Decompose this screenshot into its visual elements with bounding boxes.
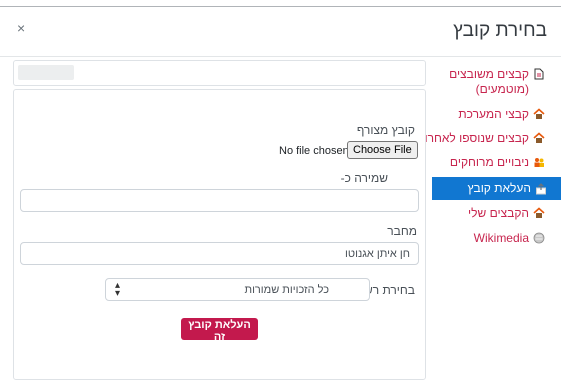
- sidebar-item-label: קבצים שנוספו לאחרונה: [412, 131, 529, 145]
- sidebar-item-label: הקבצים שלי: [468, 206, 529, 220]
- choose-file-button[interactable]: Choose File: [347, 141, 418, 159]
- sidebar-item-label: קבצי המערכת: [458, 107, 529, 121]
- sidebar-item-recent-files[interactable]: קבצים שנוספו לאחרונה: [412, 131, 545, 146]
- no-file-text: No file chosen: [279, 145, 349, 157]
- globe-icon: [533, 232, 545, 244]
- save-as-label: שמירה כ-: [340, 171, 388, 185]
- sidebar-item-system-files[interactable]: קבצי המערכת: [458, 107, 545, 122]
- sidebar-item-label: Wikimedia: [473, 231, 529, 245]
- upload-file-button[interactable]: העלאת קובץ זה: [181, 318, 258, 343]
- license-select[interactable]: כל הזכויות שמורות ▴ ▾: [105, 278, 370, 301]
- house-icon: [533, 108, 545, 120]
- sidebar-item-embedded-files[interactable]: קבצים משובצים (מוטמעים): [433, 67, 545, 97]
- sidebar-item-label: ניבויים מרוחקים: [449, 155, 529, 169]
- sidebar-item-upload[interactable]: העלאת קובץ: [432, 177, 561, 200]
- select-arrows-icon: ▴ ▾: [115, 280, 121, 299]
- attachment-label: קובץ מצורף: [356, 123, 415, 137]
- save-as-input[interactable]: [20, 189, 419, 212]
- sidebar-item-label: קבצים משובצים (מוטמעים): [449, 67, 529, 96]
- header-divider: [0, 56, 561, 57]
- license-selected-value: כל הזכויות שמורות: [244, 284, 329, 296]
- author-input[interactable]: [20, 242, 419, 265]
- house-icon: [533, 207, 545, 219]
- sidebar-item-wikimedia[interactable]: Wikimedia: [474, 231, 545, 246]
- file-toolbar: [13, 60, 426, 86]
- sidebar-item-my-files[interactable]: הקבצים שלי: [468, 206, 545, 221]
- file-icon: [533, 68, 545, 80]
- toolbar-placeholder: [18, 65, 74, 80]
- close-icon[interactable]: ×: [17, 20, 25, 36]
- dialog-title: בחירת קובץ: [453, 20, 547, 41]
- upload-icon: [535, 183, 547, 195]
- author-label: מחבר: [387, 224, 417, 238]
- sidebar-item-remote[interactable]: ניבויים מרוחקים: [450, 155, 545, 170]
- top-border: [0, 6, 561, 7]
- people-icon: [533, 156, 545, 168]
- sidebar-item-label: העלאת קובץ: [467, 181, 531, 195]
- house-icon: [533, 132, 545, 144]
